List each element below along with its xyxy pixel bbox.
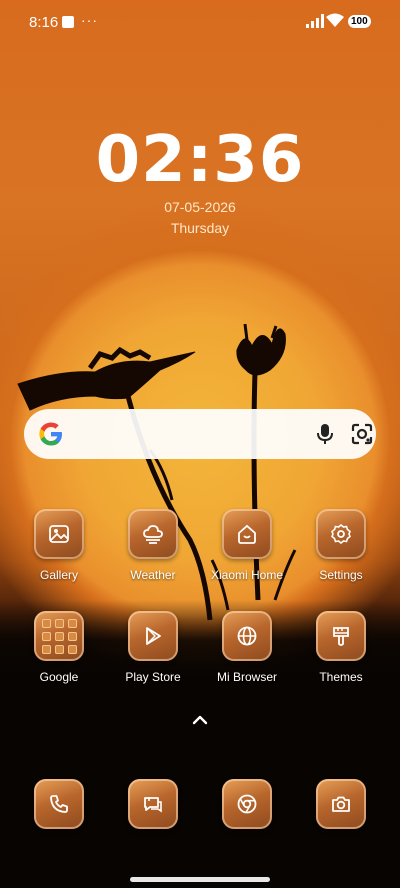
home-gesture-bar[interactable] bbox=[130, 877, 270, 882]
gallery-icon bbox=[34, 509, 84, 559]
app-label: Mi Browser bbox=[216, 670, 277, 684]
dock-phone[interactable] bbox=[19, 779, 99, 829]
wifi-icon bbox=[326, 13, 344, 27]
gear-icon bbox=[316, 509, 366, 559]
status-time: 8:16 bbox=[29, 14, 59, 31]
app-label: Themes bbox=[319, 670, 363, 684]
app-settings[interactable]: Settings bbox=[301, 509, 381, 582]
google-g-icon bbox=[39, 422, 62, 446]
app-label: Play Store bbox=[125, 670, 181, 684]
app-weather[interactable]: Weather bbox=[113, 509, 193, 582]
brush-icon bbox=[316, 611, 366, 661]
chrome-icon bbox=[222, 779, 272, 829]
app-label: Settings bbox=[319, 568, 363, 582]
mic-icon[interactable] bbox=[315, 423, 335, 445]
dock-camera[interactable] bbox=[301, 779, 381, 829]
camera-icon bbox=[316, 779, 366, 829]
globe-icon bbox=[222, 611, 272, 661]
app-label: Google bbox=[39, 670, 79, 684]
folder-icon bbox=[34, 611, 84, 661]
weather-icon bbox=[128, 509, 178, 559]
app-xiaomi-home[interactable]: Xiaomi Home bbox=[207, 509, 287, 582]
lockscreen-clock[interactable]: 02:36 bbox=[0, 124, 400, 196]
google-search-bar[interactable] bbox=[24, 409, 376, 459]
dock-chrome[interactable] bbox=[207, 779, 287, 829]
app-label: Weather bbox=[130, 568, 176, 582]
status-bar: 8:16 ··· 100 bbox=[0, 0, 400, 44]
app-play-store[interactable]: Play Store bbox=[113, 611, 193, 684]
chevron-up-icon[interactable] bbox=[190, 713, 210, 727]
notification-square-icon bbox=[62, 16, 74, 28]
app-themes[interactable]: Themes bbox=[301, 611, 381, 684]
app-mi-browser[interactable]: Mi Browser bbox=[207, 611, 287, 684]
play-store-icon bbox=[128, 611, 178, 661]
dock-messages[interactable] bbox=[113, 779, 193, 829]
lockscreen-date: 07-05-2026 bbox=[164, 199, 236, 215]
app-gallery[interactable]: Gallery bbox=[19, 509, 99, 582]
app-label: Xiaomi Home bbox=[210, 568, 284, 582]
phone-icon bbox=[34, 779, 84, 829]
wallpaper-plant-silhouette bbox=[17, 323, 297, 621]
folder-google[interactable]: Google bbox=[19, 611, 99, 684]
lockscreen-day: Thursday bbox=[170, 220, 230, 236]
more-notifications-icon: ··· bbox=[81, 12, 98, 28]
messages-icon bbox=[128, 779, 178, 829]
lens-icon[interactable] bbox=[350, 422, 374, 446]
battery-indicator: 100 bbox=[348, 15, 371, 28]
signal-icon bbox=[306, 14, 324, 28]
home-icon bbox=[222, 509, 272, 559]
app-label: Gallery bbox=[39, 568, 78, 582]
